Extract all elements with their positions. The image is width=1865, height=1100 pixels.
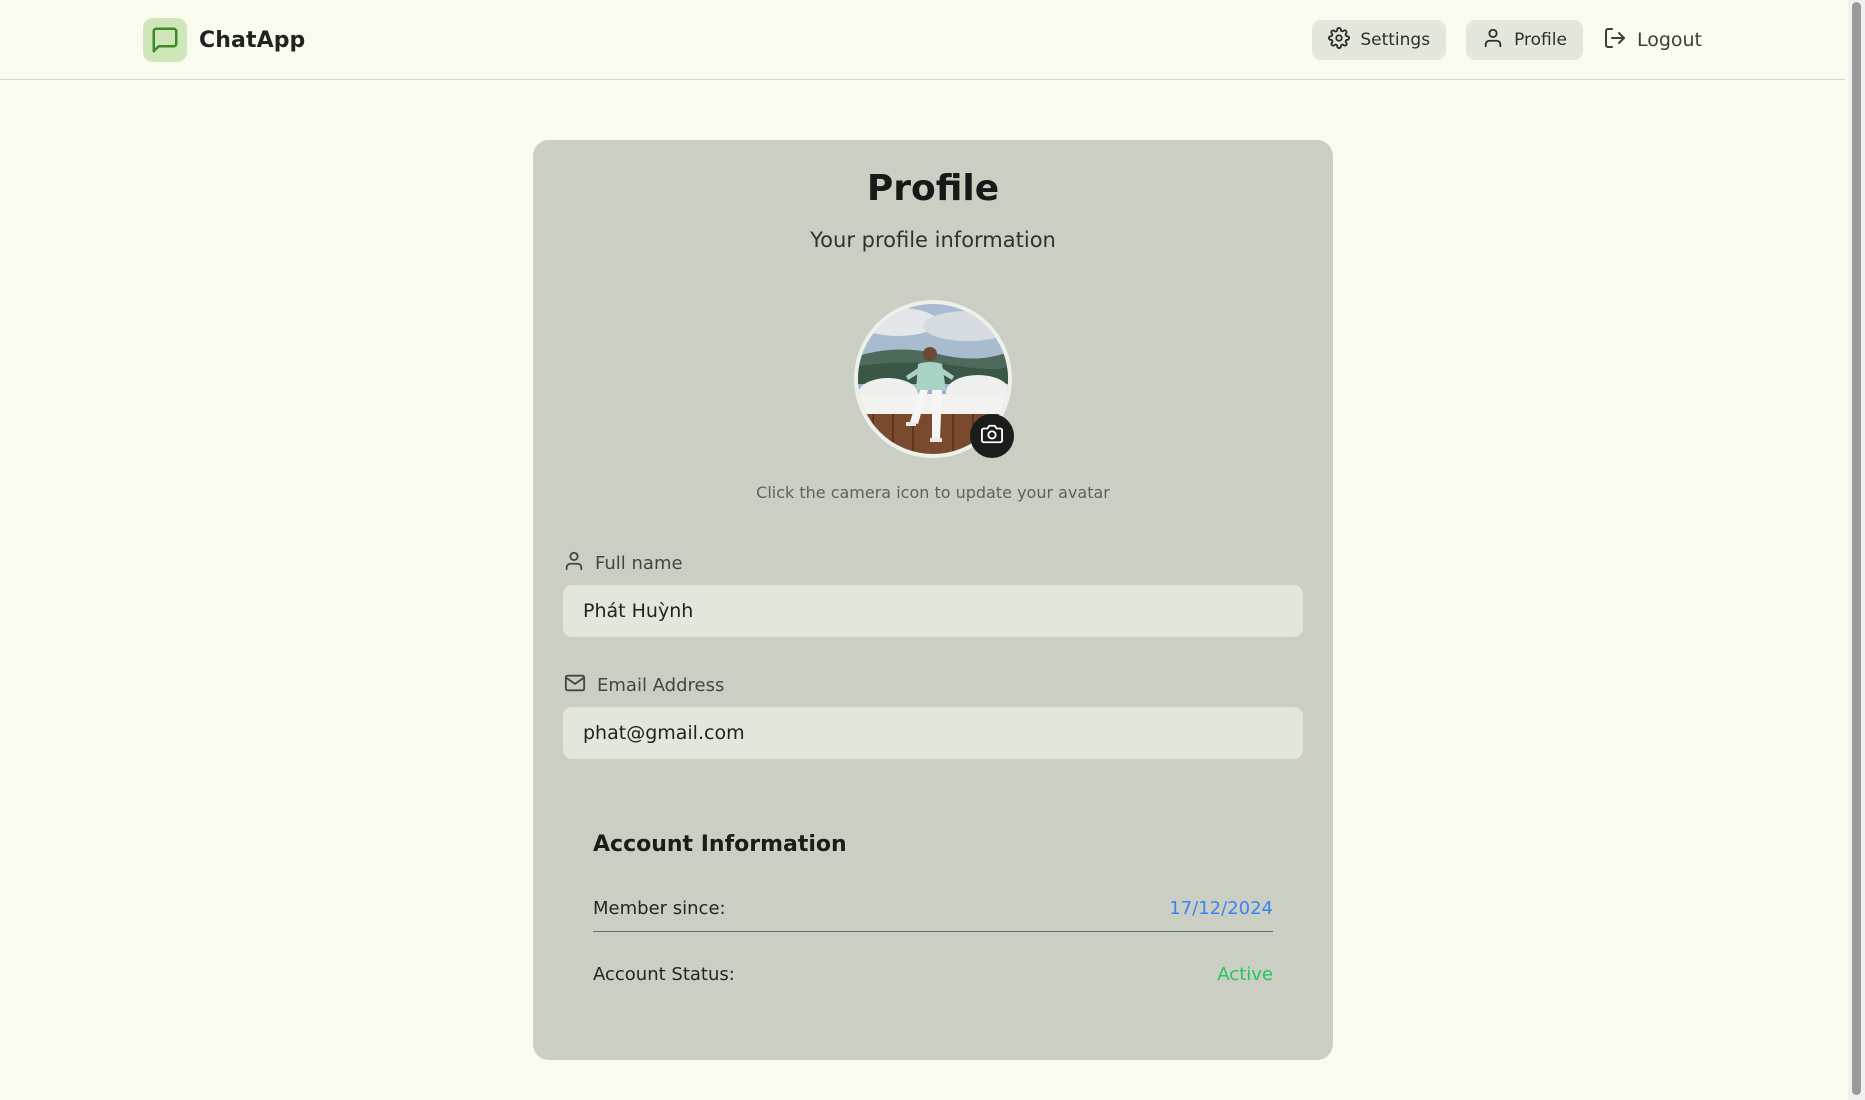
email-value: phat@gmail.com: [583, 722, 745, 744]
nav-actions: Settings Profile Logout: [1312, 20, 1702, 60]
profile-label: Profile: [1514, 30, 1567, 50]
account-info-title: Account Information: [593, 832, 847, 857]
camera-upload-button[interactable]: [970, 414, 1014, 458]
settings-label: Settings: [1360, 30, 1431, 50]
user-icon: [563, 550, 585, 577]
avatar-container: [854, 300, 1014, 458]
logout-icon: [1603, 26, 1627, 55]
email-label: Email Address: [563, 672, 724, 699]
page-title: Profile: [866, 168, 1000, 209]
full-name-label-text: Full name: [595, 553, 683, 574]
user-icon: [1482, 27, 1504, 54]
brand-name: ChatApp: [199, 27, 306, 53]
full-name-label: Full name: [563, 550, 683, 577]
member-since-label: Member since:: [593, 898, 726, 919]
email-field[interactable]: phat@gmail.com: [563, 707, 1303, 759]
member-since-row: Member since: 17/12/2024: [593, 898, 1273, 932]
chat-bubble-icon: [143, 18, 187, 62]
avatar-hint: Click the camera icon to update your ava…: [756, 483, 1110, 502]
email-label-text: Email Address: [597, 675, 725, 696]
account-status-label: Account Status:: [593, 964, 735, 985]
account-status-row: Account Status: Active: [593, 964, 1273, 985]
mail-icon: [563, 672, 587, 699]
settings-button[interactable]: Settings: [1312, 20, 1447, 60]
logout-button[interactable]: Logout: [1603, 20, 1702, 60]
member-since-value: 17/12/2024: [1169, 898, 1273, 919]
gear-icon: [1328, 26, 1351, 54]
status-badge: Active: [1217, 964, 1273, 985]
full-name-field[interactable]: Phát Huỳnh: [563, 585, 1303, 637]
full-name-value: Phát Huỳnh: [583, 600, 694, 622]
logout-label: Logout: [1636, 29, 1702, 51]
scrollbar[interactable]: [1848, 0, 1865, 1100]
brand-link[interactable]: ChatApp: [143, 18, 305, 62]
camera-icon: [981, 423, 1003, 449]
top-navbar: ChatApp Settings Profile Logout: [0, 0, 1845, 80]
scrollbar-thumb[interactable]: [1852, 2, 1861, 1095]
profile-card: Profile Your profile information Click t…: [533, 140, 1333, 1060]
page-subtitle: Your profile information: [810, 228, 1056, 252]
profile-button[interactable]: Profile: [1466, 20, 1583, 60]
